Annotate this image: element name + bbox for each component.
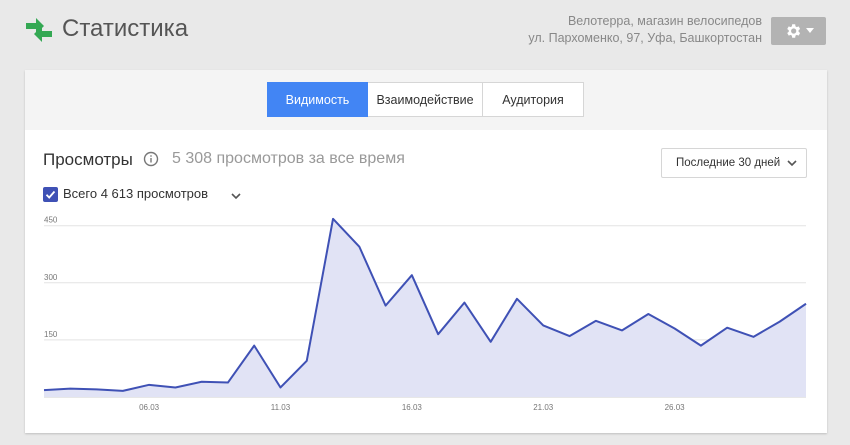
business-info: Велотерра, магазин велосипедов ул. Пархо… — [528, 13, 762, 47]
y-tick-label: 150 — [44, 330, 58, 339]
y-tick-label: 300 — [44, 273, 58, 282]
page-title: Статистика — [62, 15, 189, 42]
stats-card: Видимость Взаимодействие Аудитория Просм… — [25, 70, 827, 433]
x-tick-label: 16.03 — [402, 403, 423, 412]
business-address: ул. Пархоменко, 97, Уфа, Башкортостан — [528, 31, 762, 45]
settings-button[interactable] — [771, 17, 826, 45]
views-chart: 150 300 450 06.03 11.03 16.03 21.03 26.03 — [43, 216, 807, 412]
caret-down-icon — [805, 28, 814, 33]
x-tick-label: 06.03 — [139, 403, 160, 412]
app-logo-icon — [26, 18, 52, 42]
business-name: Велотерра, магазин велосипедов — [567, 14, 762, 28]
x-tick-label: 11.03 — [271, 403, 291, 412]
header: Статистика Велотерра, магазин велосипедо… — [0, 0, 850, 62]
x-tick-label: 26.03 — [665, 403, 686, 412]
gear-icon — [786, 24, 800, 38]
x-tick-label: 21.03 — [533, 403, 554, 412]
y-tick-label: 450 — [44, 216, 58, 225]
series-area — [44, 218, 806, 397]
